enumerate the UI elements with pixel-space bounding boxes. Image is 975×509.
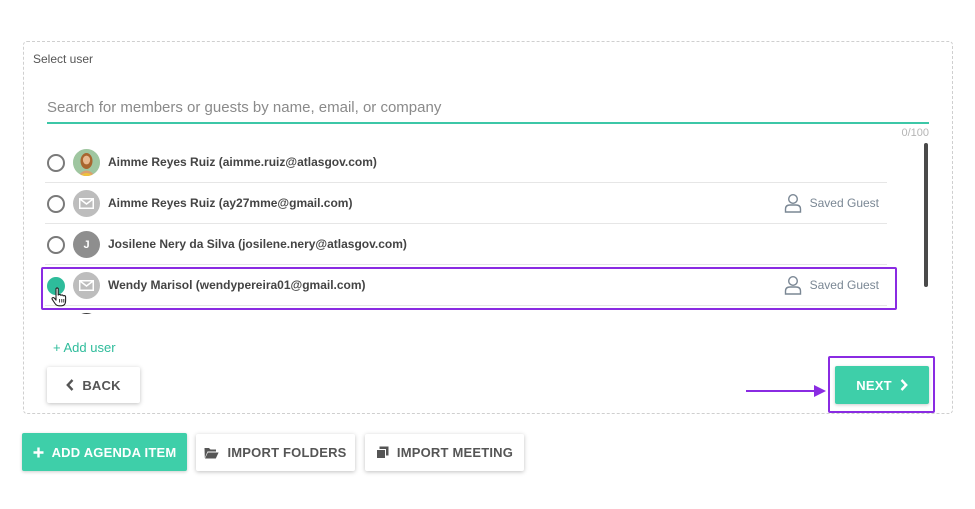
avatar (73, 149, 100, 176)
envelope-icon (73, 272, 100, 299)
user-radio[interactable] (47, 154, 65, 172)
list-item[interactable]: Aimme Reyes Ruiz (ay27mme@gmail.com) Sav… (45, 183, 887, 224)
copy-icon (375, 446, 389, 459)
search-input[interactable] (47, 92, 929, 122)
chevron-right-icon (900, 379, 908, 391)
plus-icon (33, 447, 44, 457)
user-radio[interactable] (47, 236, 65, 254)
back-button[interactable]: BACK (47, 367, 140, 403)
user-icon (784, 275, 801, 295)
user-radio[interactable] (47, 195, 65, 213)
arrow-annotation-icon (746, 385, 826, 397)
user-list: Aimme Reyes Ruiz (aimme.ruiz@atlasgov.co… (45, 142, 890, 314)
list-item[interactable]: J Josilene Nery da Silva (josilene.nery@… (45, 224, 887, 265)
search-field[interactable] (47, 92, 929, 124)
user-name: Josilene Nery da Silva (josilene.nery@at… (108, 237, 407, 251)
import-meeting-button[interactable]: IMPORT MEETING (365, 434, 524, 471)
add-agenda-item-label: ADD AGENDA ITEM (51, 444, 177, 460)
saved-guest-badge: Saved Guest (784, 275, 879, 295)
hand-pointer-icon (51, 287, 67, 307)
next-label: NEXT (856, 377, 892, 393)
list-item[interactable]: Wendy Marisol (wendypereira01@gmail.com)… (45, 265, 887, 306)
user-name: Wendy Marisol (wendypereira01@gmail.com) (108, 278, 366, 292)
avatar (73, 313, 100, 314)
select-user-label: Select user (33, 52, 94, 66)
avatar: J (73, 231, 100, 258)
user-name: Aimme Reyes Ruiz (ay27mme@gmail.com) (108, 196, 353, 210)
user-name: Aimme Reyes Ruiz (aimme.ruiz@atlasgov.co… (108, 155, 377, 169)
user-icon (784, 193, 801, 213)
saved-guest-label: Saved Guest (809, 278, 879, 292)
next-button[interactable]: NEXT (835, 366, 929, 404)
character-counter: 0/100 (901, 127, 929, 139)
add-user-link[interactable]: + Add user (53, 340, 116, 355)
back-label: BACK (82, 377, 121, 393)
envelope-icon (73, 190, 100, 217)
list-item[interactable]: Aimme Reyes Ruiz (aimme.ruiz@atlasgov.co… (45, 142, 887, 183)
list-item[interactable] (45, 306, 887, 314)
import-meeting-label: IMPORT MEETING (396, 445, 514, 460)
add-agenda-item-button[interactable]: ADD AGENDA ITEM (22, 433, 187, 471)
saved-guest-badge: Saved Guest (784, 193, 879, 213)
import-folders-label: IMPORT FOLDERS (227, 445, 347, 460)
chevron-left-icon (66, 379, 74, 391)
import-folders-button[interactable]: IMPORT FOLDERS (196, 434, 355, 471)
folder-open-icon (204, 447, 220, 458)
saved-guest-label: Saved Guest (809, 196, 879, 210)
list-scrollbar[interactable] (924, 143, 928, 287)
